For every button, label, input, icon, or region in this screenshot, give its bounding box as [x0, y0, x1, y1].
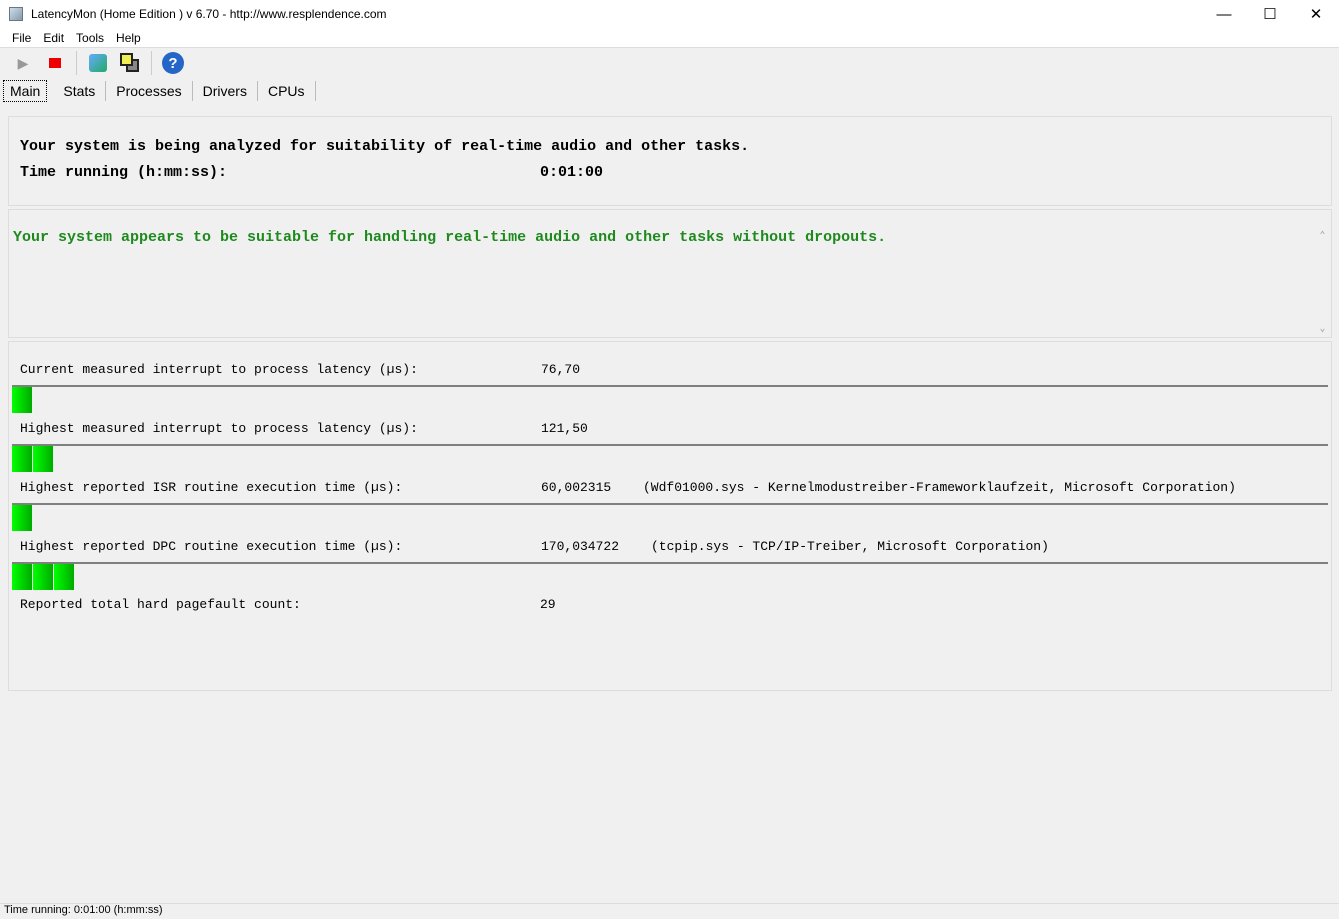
stop-icon[interactable]: [44, 52, 66, 74]
minimize-button[interactable]: —: [1201, 0, 1247, 28]
time-value: 0:01:00: [540, 164, 604, 181]
bar-segment: [12, 564, 33, 590]
tab-bar: Main Stats Processes Drivers CPUs: [0, 78, 1339, 104]
metric-detail: (Wdf01000.sys - Kernelmodustreiber-Frame…: [643, 480, 1236, 495]
latency-bar: [12, 385, 1328, 413]
metric-label: Current measured interrupt to process la…: [20, 362, 418, 377]
analyze-icon[interactable]: [87, 52, 109, 74]
menu-file[interactable]: File: [12, 31, 31, 45]
metric-value: 76,70: [541, 362, 581, 377]
close-button[interactable]: ✕: [1293, 0, 1339, 28]
title-bar: LatencyMon (Home Edition ) v 6.70 - http…: [0, 0, 1339, 28]
metric-value: 121,50: [541, 421, 588, 436]
metric-label: Highest reported ISR routine execution t…: [20, 480, 403, 495]
menu-edit[interactable]: Edit: [43, 31, 64, 45]
metric-value: 170,034722: [541, 539, 620, 554]
verdict-text: Your system appears to be suitable for h…: [13, 229, 887, 246]
time-label: Time running (h:mm:ss):: [20, 164, 228, 181]
bar-segment: [54, 564, 75, 590]
verdict-scrollbar[interactable]: ⌃ ⌄: [1314, 226, 1331, 337]
bar-segment: [12, 505, 33, 531]
pagefault-value: 29: [540, 597, 556, 612]
latency-bar: [12, 444, 1328, 472]
metric-value: 60,002315: [541, 480, 612, 495]
help-icon[interactable]: ?: [162, 52, 184, 74]
bar-segment: [12, 387, 33, 413]
bar-segment: [33, 564, 54, 590]
tab-cpus[interactable]: CPUs: [258, 81, 316, 101]
metric-label: Highest measured interrupt to process la…: [20, 421, 418, 436]
metrics-panel: Current measured interrupt to process la…: [8, 341, 1332, 691]
play-icon[interactable]: ▶: [12, 52, 34, 74]
menu-tools[interactable]: Tools: [76, 31, 104, 45]
menu-bar: File Edit Tools Help: [0, 28, 1339, 48]
tab-processes[interactable]: Processes: [106, 81, 193, 101]
status-bar: Time running: 0:01:00 (h:mm:ss): [0, 903, 1339, 919]
maximize-button[interactable]: ☐: [1247, 0, 1293, 28]
verdict-panel: Your system appears to be suitable for h…: [8, 209, 1332, 338]
latency-bar: [12, 562, 1328, 590]
analysis-line: Your system is being analyzed for suitab…: [20, 138, 750, 155]
window-title: LatencyMon (Home Edition ) v 6.70 - http…: [31, 7, 387, 21]
tab-drivers[interactable]: Drivers: [193, 81, 258, 101]
analysis-header: Your system is being analyzed for suitab…: [8, 116, 1332, 206]
app-icon: [9, 7, 23, 21]
metric-label: Highest reported DPC routine execution t…: [20, 539, 403, 554]
metric-detail: (tcpip.sys - TCP/IP-Treiber, Microsoft C…: [651, 539, 1049, 554]
latency-bar: [12, 503, 1328, 531]
menu-help[interactable]: Help: [116, 31, 141, 45]
windows-icon[interactable]: [119, 52, 141, 74]
tab-main[interactable]: Main: [3, 80, 48, 102]
pagefault-label: Reported total hard pagefault count:: [20, 597, 301, 612]
bar-segment: [33, 446, 54, 472]
toolbar: ▶ ?: [0, 48, 1339, 78]
tab-stats[interactable]: Stats: [53, 81, 107, 101]
bar-segment: [12, 446, 33, 472]
